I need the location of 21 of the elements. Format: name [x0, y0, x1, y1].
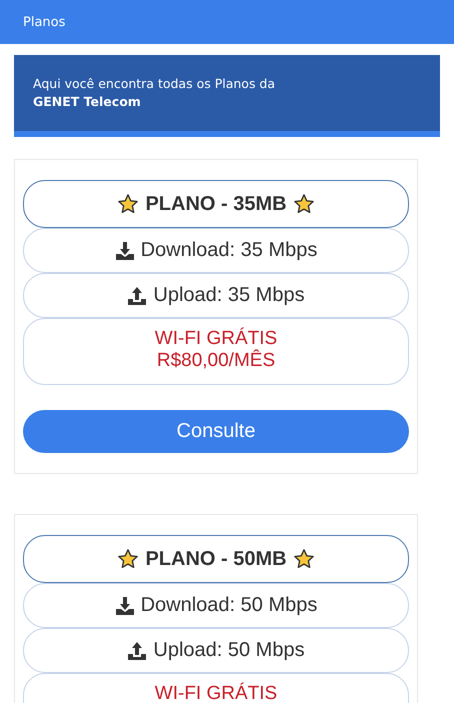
feature-label: Upload: 35 Mbps [153, 284, 305, 307]
star-icon [292, 193, 315, 215]
price-text: WI-FI GRÁTIS [154, 683, 278, 703]
upload-icon [127, 640, 148, 660]
banner-text: Aqui você encontra todas os Planos da [33, 76, 276, 91]
download-icon [114, 240, 135, 260]
upload-icon [127, 286, 148, 306]
feature-label: Download: 50 Mbps [140, 594, 318, 617]
star-icon [117, 548, 140, 570]
header-title: Planos [23, 14, 66, 30]
price-text: R$80,00/MÊS [156, 350, 276, 372]
price-text: WI-FI GRÁTIS [154, 328, 278, 349]
banner-brand: GENET Telecom [33, 94, 142, 109]
star-icon [117, 193, 140, 215]
feature-label: Upload: 50 Mbps [153, 639, 305, 662]
plan-name: PLANO - 35MB [145, 192, 287, 216]
consult-button[interactable]: Consulte [23, 410, 409, 453]
plan-name: PLANO - 50MB [145, 548, 287, 570]
star-icon [292, 548, 315, 570]
download-icon [114, 596, 135, 616]
feature-label: Download: 35 Mbps [140, 239, 318, 262]
